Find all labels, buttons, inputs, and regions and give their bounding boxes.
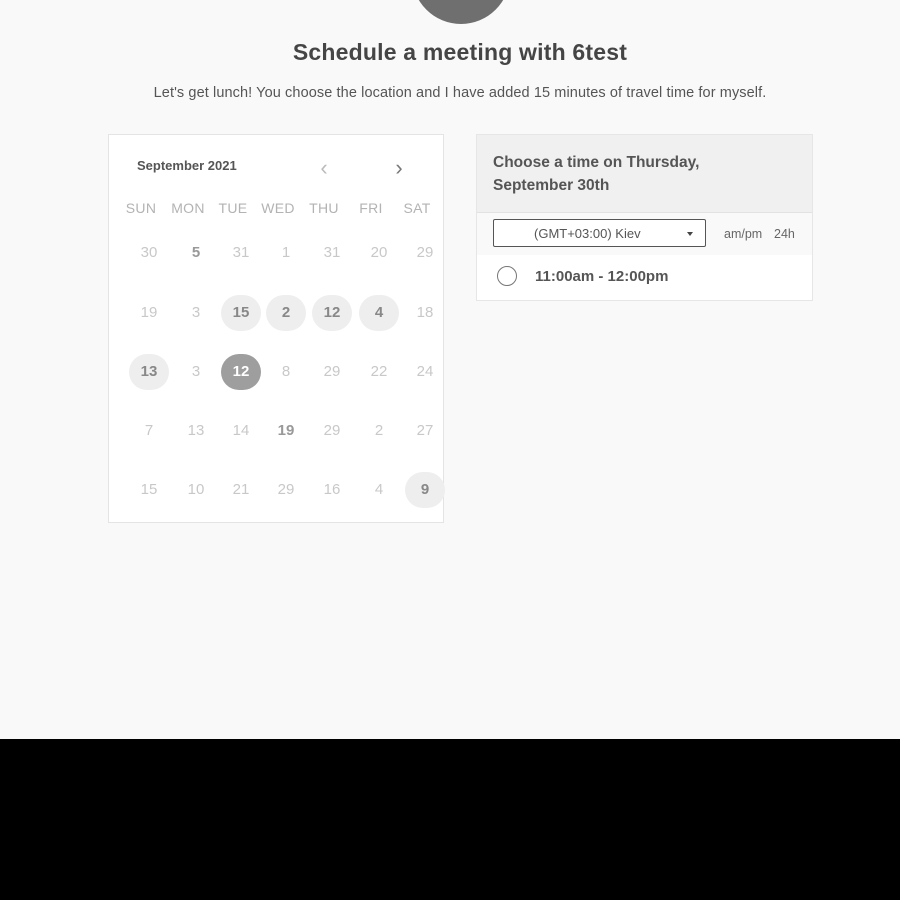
calendar-day: 1 <box>281 244 291 261</box>
time-slot-option[interactable]: 11:00am - 12:00pm <box>477 255 812 300</box>
meeting-description: Let's get lunch! You choose the location… <box>153 85 767 101</box>
calendar-day[interactable]: 13 <box>129 354 169 390</box>
date-picker-calendar: September 2021 ‹ › SUN MON TUE WED THU FRI SAT… <box>108 134 445 523</box>
calendar-day[interactable]: 15 <box>221 295 261 331</box>
calendar-day: 21 <box>232 481 250 498</box>
timezone-row: (GMT+03:00) Kiev am/pm 24h <box>477 213 812 255</box>
calendar-day: 22 <box>370 363 388 380</box>
calendar-day: 29 <box>416 244 434 261</box>
calendar-day[interactable]: 2 <box>266 295 306 331</box>
format-ampm-toggle[interactable]: am/pm <box>724 227 762 241</box>
calendar-day-selected[interactable]: 12 <box>221 354 261 390</box>
format-24h-toggle[interactable]: 24h <box>774 227 795 241</box>
calendar-day: 24 <box>416 363 434 380</box>
selected-date-title: Choose a time on Thursday, September 30t… <box>493 154 700 194</box>
calendar-day: 2 <box>374 422 384 439</box>
calendar-day: 14 <box>232 422 250 439</box>
time-slot-label: 11:00am - 12:00pm <box>535 268 669 285</box>
host-avatar <box>412 0 510 24</box>
calendar-day: 3 <box>191 363 201 380</box>
calendar-day[interactable]: 9 <box>405 472 445 508</box>
calendar-day: 3 <box>191 304 201 321</box>
caret-down-icon <box>687 232 693 236</box>
calendar-day: 5 <box>191 244 201 261</box>
calendar-day: 30 <box>140 244 158 261</box>
calendar-day[interactable]: 4 <box>359 295 399 331</box>
page-title: Schedule a meeting with 6test <box>292 39 628 65</box>
time-panel-header: Choose a time on Thursday, September 30t… <box>477 135 812 213</box>
weekday-label: SUN <box>125 200 157 216</box>
calendar-day: 29 <box>323 422 341 439</box>
calendar-day: 16 <box>323 481 341 498</box>
calendar-day: 29 <box>323 363 341 380</box>
calendar-day: 20 <box>370 244 388 261</box>
calendar-day: 29 <box>277 481 295 498</box>
timezone-select[interactable]: (GMT+03:00) Kiev <box>493 219 706 247</box>
timezone-value: (GMT+03:00) Kiev <box>534 226 641 241</box>
calendar-day: 19 <box>140 304 158 321</box>
calendar-day: 13 <box>187 422 205 439</box>
calendar-day: 15 <box>140 481 158 498</box>
weekday-label: FRI <box>359 200 383 216</box>
radio-button[interactable] <box>497 266 517 286</box>
scheduling-page: Schedule a meeting with 6test Let's get … <box>0 0 900 739</box>
weekday-label: SAT <box>403 200 431 216</box>
calendar-day[interactable]: 12 <box>312 295 352 331</box>
chevron-left-icon[interactable]: ‹ <box>312 157 336 181</box>
calendar-day: 4 <box>374 481 384 498</box>
weekday-label: MON <box>171 200 205 216</box>
calendar-day: 8 <box>281 363 291 380</box>
calendar-day: 31 <box>232 244 250 261</box>
weekday-label: WED <box>261 200 295 216</box>
calendar-month-label: September 2021 <box>137 158 237 173</box>
calendar-day: 31 <box>323 244 341 261</box>
weekday-label: THU <box>309 200 339 216</box>
weekday-label: TUE <box>218 200 248 216</box>
calendar-day: 18 <box>416 304 434 321</box>
calendar-day: 19 <box>277 422 295 439</box>
calendar-day: 27 <box>416 422 434 439</box>
calendar-day: 10 <box>187 481 205 498</box>
bottom-black-bar <box>0 739 900 900</box>
calendar-day: 7 <box>144 422 154 439</box>
chevron-right-icon[interactable]: › <box>387 157 411 181</box>
time-selection-panel: Choose a time on Thursday, September 30t… <box>476 134 813 301</box>
